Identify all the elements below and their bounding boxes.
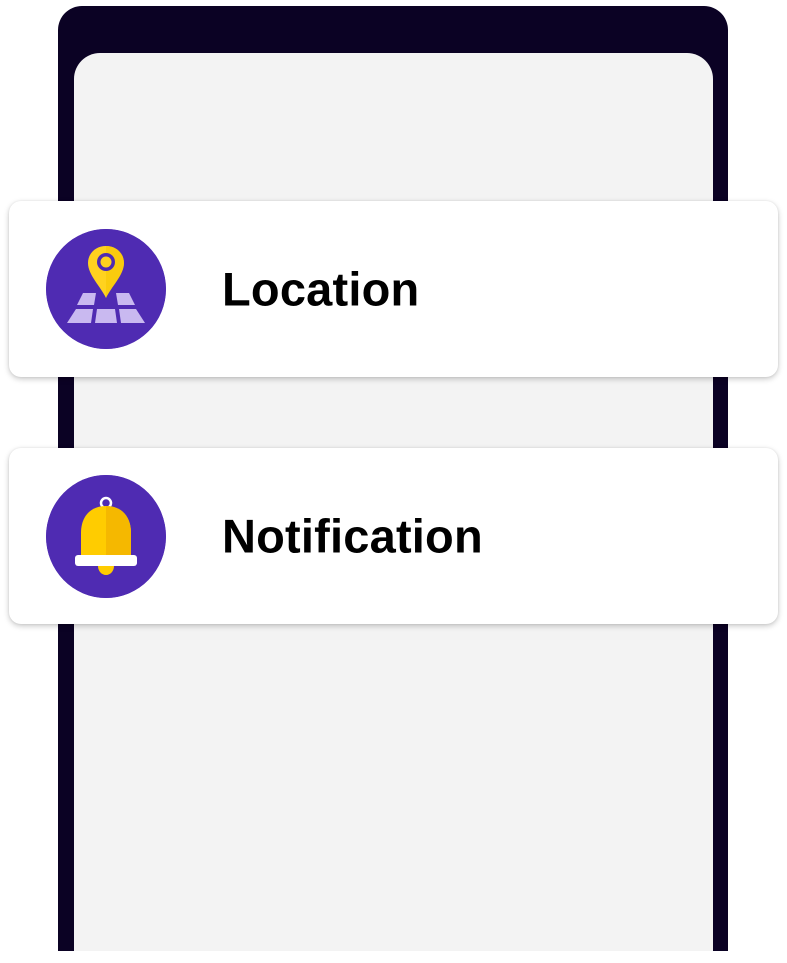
app-stage: Location Notification xyxy=(0,0,787,963)
settings-item-location[interactable]: Location xyxy=(9,201,778,377)
bell-icon xyxy=(46,475,166,598)
settings-item-label: Notification xyxy=(222,509,483,563)
settings-item-notification[interactable]: Notification xyxy=(9,448,778,624)
settings-item-label: Location xyxy=(222,262,420,316)
location-map-pin-icon xyxy=(46,229,166,349)
